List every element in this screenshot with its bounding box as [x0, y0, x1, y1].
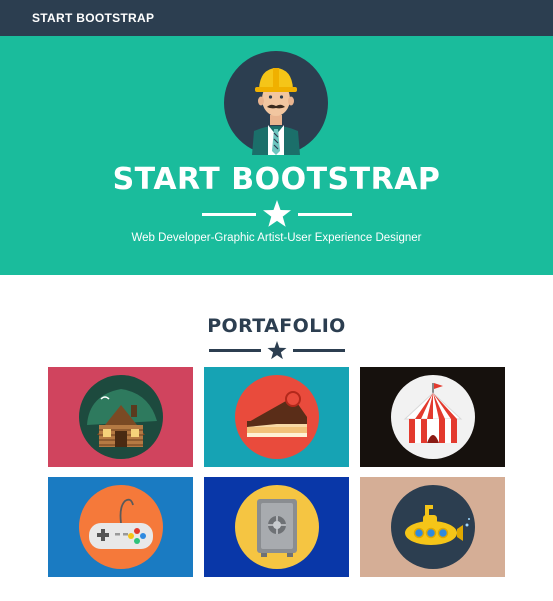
navbar-brand[interactable]: START BOOTSTRAP — [32, 11, 154, 25]
submarine-icon — [390, 485, 475, 569]
star-icon — [267, 341, 286, 360]
construction-worker-avatar-icon — [224, 51, 328, 155]
divider-line-left — [201, 212, 256, 216]
portfolio-title: PORTAFOLIO — [207, 315, 346, 337]
star-icon — [262, 200, 291, 227]
divider-line-left — [208, 349, 261, 352]
safe-icon — [234, 485, 319, 569]
game-controller-icon — [78, 485, 163, 569]
divider-line-right — [292, 349, 345, 352]
navbar: START BOOTSTRAP — [0, 0, 553, 36]
portfolio-divider — [0, 341, 553, 360]
portfolio-item-cake[interactable] — [204, 367, 349, 467]
divider-line-right — [297, 212, 352, 216]
portfolio-item-submarine[interactable] — [360, 477, 505, 577]
avatar — [224, 51, 328, 155]
masthead: START BOOTSTRAP Web Developer-Graphic Ar… — [0, 36, 553, 275]
hero-subtitle: Web Developer-Graphic Artist-User Experi… — [131, 232, 422, 244]
cake-icon — [234, 375, 319, 459]
portfolio-item-safe[interactable] — [204, 477, 349, 577]
hero-divider — [0, 200, 553, 228]
circus-tent-icon — [390, 375, 475, 459]
cabin-icon — [78, 375, 163, 459]
portfolio-item-cabin[interactable] — [48, 367, 193, 467]
portfolio-item-circus-tent[interactable] — [360, 367, 505, 467]
portfolio-item-game-controller[interactable] — [48, 477, 193, 577]
hero-title: START BOOTSTRAP — [112, 162, 441, 197]
